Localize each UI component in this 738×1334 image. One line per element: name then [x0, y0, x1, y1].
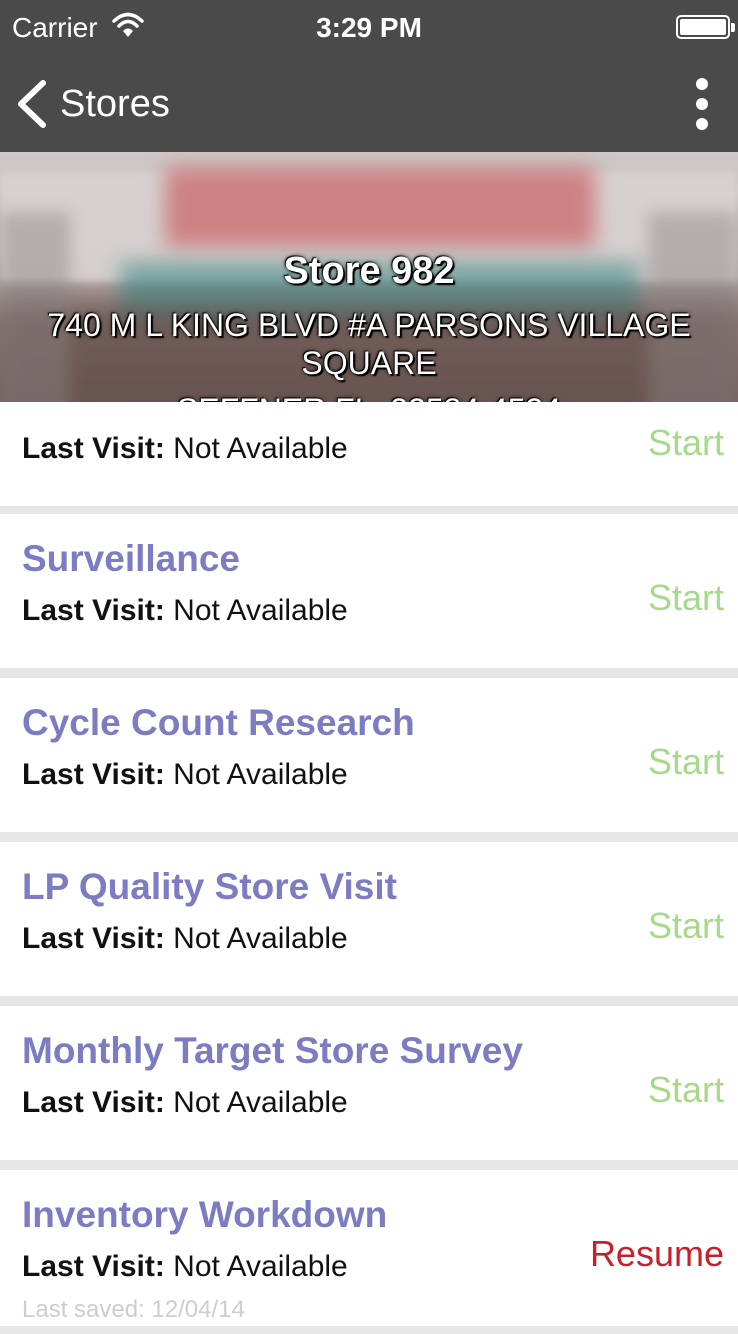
last-visit: Last Visit: Not Available: [22, 432, 348, 465]
visit-title: Surveillance: [22, 538, 241, 579]
last-visit: Last Visit: Not Available: [22, 1086, 348, 1119]
last-visit: Last Visit: Not Available: [22, 1250, 348, 1283]
list-item[interactable]: Last Visit: Not Available Start: [0, 402, 738, 506]
start-button[interactable]: Start: [648, 1069, 724, 1111]
start-button[interactable]: Start: [648, 422, 724, 464]
last-saved: Last saved: 12/04/14: [22, 1296, 245, 1323]
more-vertical-icon[interactable]: [692, 78, 712, 130]
visit-title: Monthly Target Store Survey: [22, 1030, 523, 1071]
store-address: 740 M L KING BLVD #A PARSONS VILLAGE SQU…: [47, 307, 691, 381]
last-visit: Last Visit: Not Available: [22, 922, 348, 955]
store-photo: [165, 167, 595, 247]
store-header: Store 982 740 M L KING BLVD #A PARSONS V…: [0, 152, 738, 442]
start-button[interactable]: Start: [648, 577, 724, 619]
store-name: Store 982: [283, 250, 455, 292]
list-item[interactable]: Monthly Target Store Survey Last Visit: …: [0, 1006, 738, 1160]
back-chevron-icon: [18, 80, 46, 128]
start-button[interactable]: Start: [648, 741, 724, 783]
battery-icon: [676, 15, 735, 39]
visit-title: Inventory Workdown: [22, 1194, 388, 1235]
last-visit: Last Visit: Not Available: [22, 594, 348, 627]
back-label: Stores: [60, 82, 170, 125]
list-item[interactable]: Inventory Workdown Last Visit: Not Avail…: [0, 1170, 738, 1326]
resume-button[interactable]: Resume: [590, 1233, 724, 1275]
start-button[interactable]: Start: [648, 905, 724, 947]
navigation-bar: Stores: [0, 56, 738, 152]
clock: 3:29 PM: [316, 12, 422, 43]
visit-title: LP Quality Store Visit: [22, 866, 397, 907]
back-button[interactable]: Stores: [14, 76, 170, 132]
last-visit: Last Visit: Not Available: [22, 758, 348, 791]
list-item[interactable]: Surveillance Last Visit: Not Available S…: [0, 514, 738, 668]
list-item[interactable]: LP Quality Store Visit Last Visit: Not A…: [0, 842, 738, 996]
list-item[interactable]: Cycle Count Research Last Visit: Not Ava…: [0, 678, 738, 832]
visit-title: Cycle Count Research: [22, 702, 415, 743]
status-bar: Carrier 3:29 PM: [0, 0, 738, 56]
